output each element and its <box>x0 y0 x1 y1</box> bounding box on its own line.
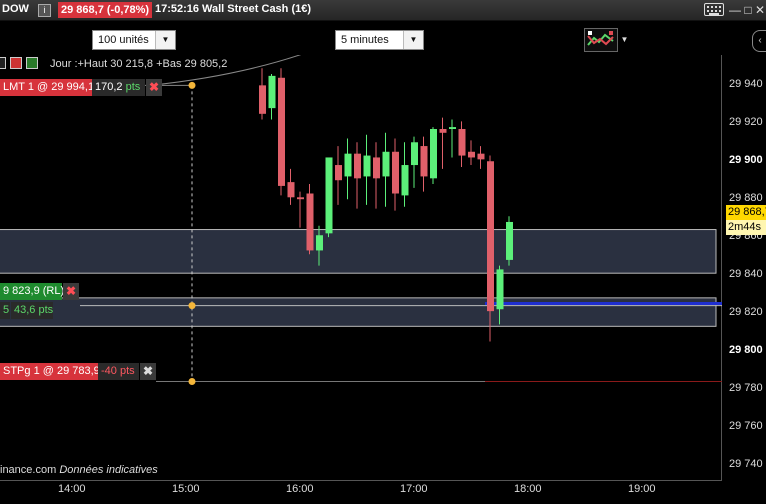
candle-body <box>439 128 447 133</box>
pts-unit: pts <box>125 81 141 93</box>
time-tick-label: 19:00 <box>628 483 656 495</box>
candle-body <box>278 77 285 186</box>
current-price-tag: 29 868,7 <box>726 205 766 220</box>
footer-disclaimer: Données indicatives <box>59 464 158 476</box>
candle-body <box>496 269 504 310</box>
candle-body <box>297 197 304 200</box>
period-dropdown[interactable]: 5 minutes ▼ <box>335 30 424 50</box>
stop-left-val: 5 <box>3 304 10 316</box>
time-tick-label: 18:00 <box>514 483 542 495</box>
candle-timer: 2m44s <box>726 220 766 235</box>
candle-body <box>316 235 323 251</box>
time-tick-label: 15:00 <box>172 483 200 495</box>
time-axis[interactable] <box>0 480 722 504</box>
chart-toolbar: 100 unités ▼ 5 minutes ▼ ▼ ‹ <box>0 21 766 55</box>
chevron-down-icon: ▼ <box>403 31 423 49</box>
market-name: Wall Street Cash (1€) <box>202 3 312 15</box>
price-tick-label: 29 880 <box>729 192 763 205</box>
day-range-info: Jour :+Haut 30 215,8 +Bas 29 805,2 <box>50 58 228 70</box>
draw-tool-icon[interactable] <box>0 57 6 69</box>
cancel-limit-order-icon[interactable]: ✖ <box>146 79 162 96</box>
limit-order-label[interactable]: LMT 1 @ 29 994,1 <box>0 79 94 96</box>
title-bar: DOW i 29 868,7 (-0,78%) 17:52:16 Wall St… <box>0 0 766 21</box>
time-tick-label: 17:00 <box>400 483 428 495</box>
stop-order-value: 9 823,9 <box>3 285 40 297</box>
sell-tool-icon[interactable] <box>10 57 22 69</box>
footer-site: inance.com <box>0 464 57 476</box>
keyboard-icon[interactable] <box>704 3 724 16</box>
stop-order-pts: 43,6 pts <box>11 302 53 319</box>
footer-note: inance.com Données indicatives <box>0 464 158 476</box>
price-change-badge: 29 868,7 (-0,78%) <box>58 2 153 18</box>
close-button[interactable]: ✕ <box>753 3 766 17</box>
stop-order-label[interactable]: 9 823,9 (RL) <box>0 283 65 300</box>
candle-body <box>344 153 352 177</box>
cancel-stop-order-icon[interactable]: ✖ <box>63 283 79 300</box>
limit-order-pts: 170,2 pts <box>92 79 145 96</box>
candle-body <box>449 127 456 129</box>
price-tick-label: 29 900 <box>729 154 763 167</box>
stop-guaranteed-pts: -40 pts <box>98 363 139 380</box>
order-anchor-dot <box>188 378 196 386</box>
price-tick-label: 29 740 <box>729 457 763 470</box>
candle-body <box>506 221 513 260</box>
info-icon[interactable]: i <box>38 4 51 17</box>
candle-body <box>411 142 418 166</box>
chevron-down-icon: ▼ <box>155 31 175 49</box>
pts-unit: pts <box>119 365 135 377</box>
time-tick-label: 16:00 <box>286 483 314 495</box>
minimize-button[interactable]: — <box>728 3 742 17</box>
stop-order-pts-value: 43,6 <box>14 304 36 316</box>
period-value: 5 minutes <box>341 34 389 46</box>
stop-guaranteed-label[interactable]: STPg 1 @ 29 783,9 <box>0 363 100 380</box>
candle-body <box>373 157 380 179</box>
candle-body <box>458 128 466 156</box>
price-chart[interactable] <box>0 55 722 480</box>
stop-order-suffix: (RL) <box>42 285 65 297</box>
stop-order-left-value: 5 <box>0 302 10 319</box>
price-tick-label: 29 780 <box>729 381 763 394</box>
units-value: 100 unités <box>98 34 149 46</box>
candle-body <box>259 85 266 114</box>
instrument-symbol: DOW <box>2 3 29 15</box>
collapse-panel-icon[interactable]: ‹ <box>752 30 766 52</box>
time-tick-label: 14:00 <box>58 483 86 495</box>
order-anchor-dot <box>188 302 196 310</box>
price-tick-label: 29 800 <box>729 343 763 356</box>
candle-body <box>306 193 314 251</box>
price-tick-label: 29 920 <box>729 116 763 129</box>
candle-body <box>392 151 399 194</box>
price-tick-label: 29 760 <box>729 419 763 432</box>
buy-tool-icon[interactable] <box>26 57 38 69</box>
candle-body <box>468 151 475 158</box>
candle-body <box>477 153 485 160</box>
candle-body <box>430 128 437 179</box>
candle-body <box>287 182 295 198</box>
indicators-icon[interactable] <box>584 28 618 52</box>
candle-body <box>487 161 494 312</box>
units-dropdown[interactable]: 100 unités ▼ <box>92 30 176 50</box>
clock-time: 17:52:16 <box>155 3 200 15</box>
order-anchor-dot <box>188 81 196 89</box>
candle-body <box>420 146 428 177</box>
candle-body <box>363 155 371 177</box>
candle-body <box>401 165 409 196</box>
candle-body <box>335 165 342 181</box>
candle-body <box>268 75 276 109</box>
pts-unit: pts <box>38 304 54 316</box>
price-tick-label: 29 940 <box>729 78 763 91</box>
stp-pts-value: -40 <box>101 365 117 377</box>
candle-body <box>354 153 361 179</box>
candle-body <box>325 157 333 234</box>
candle-body <box>382 151 390 177</box>
indicators-dropdown-icon[interactable]: ▼ <box>618 28 631 52</box>
price-zone <box>0 229 717 274</box>
price-tick-label: 29 820 <box>729 306 763 319</box>
price-tick-label: 29 840 <box>729 268 763 281</box>
cancel-stop-guaranteed-icon[interactable]: ✖ <box>140 363 156 380</box>
limit-order-pts-value: 170,2 <box>95 81 123 93</box>
